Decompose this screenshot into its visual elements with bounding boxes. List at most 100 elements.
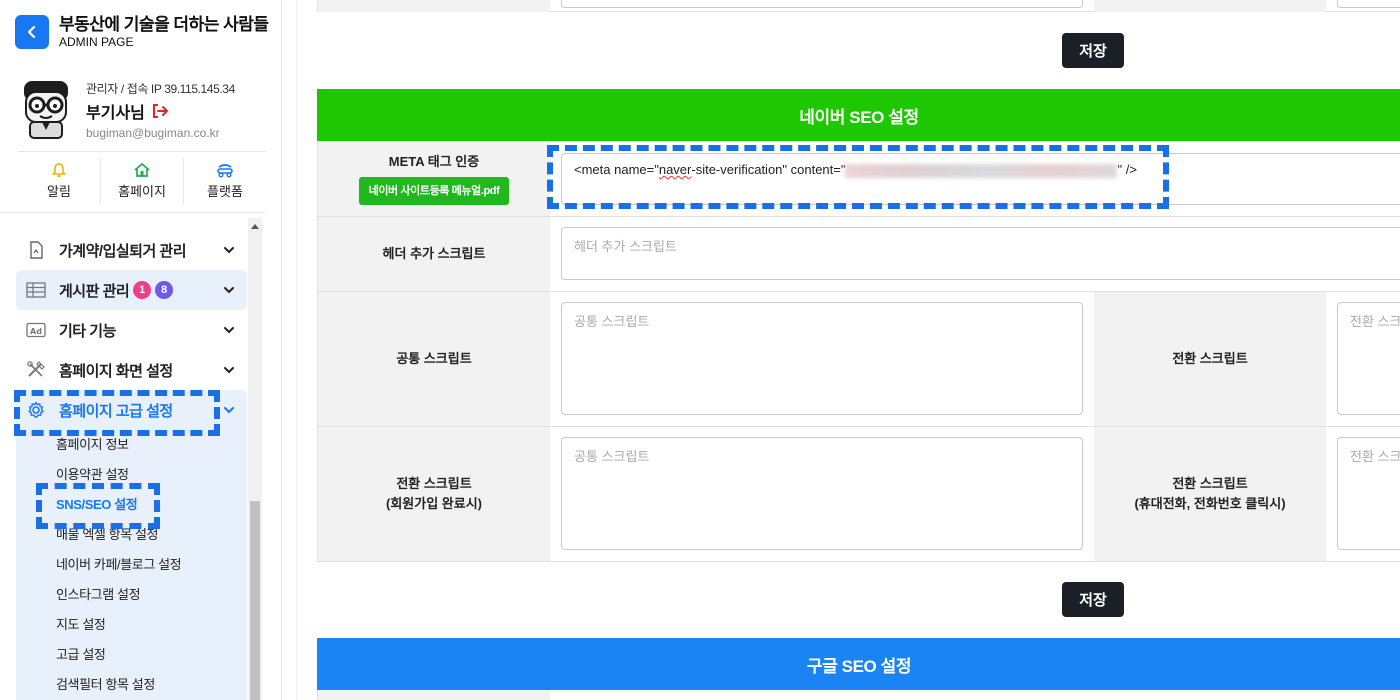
text-field[interactable]	[1337, 0, 1400, 8]
sidebar-menu: 가계약/입실퇴거 관리 게시판 관리 1 8 Ad 기타 기능 홈페이지 화면 …	[16, 230, 247, 700]
quick-link-alarm[interactable]: 알림	[18, 158, 101, 204]
cell-label	[318, 0, 550, 12]
conversion-phone-label: 전환 스크립트 (휴대전화, 전화번호 클릭시)	[1094, 427, 1326, 561]
quick-link-homepage[interactable]: 홈페이지	[101, 158, 184, 204]
profile-email: bugiman@bugiman.co.kr	[86, 126, 220, 140]
sidebar-item-label: 홈페이지 화면 설정	[59, 362, 173, 380]
meta-tag-input[interactable]: <meta name="naver-site-verification" con…	[561, 153, 1400, 205]
conversion-script-textarea[interactable]: 전환 스크립트	[1337, 302, 1400, 415]
meta-tag-value-word: naver	[658, 162, 692, 177]
profile: 관리자 / 접속 IP 39.115.145.34 부기사님 bugiman@b…	[18, 78, 266, 152]
table-row-conversion-scripts: 전환 스크립트 (회원가입 완료시) 공통 스크립트 전환 스크립트 (휴대전화…	[317, 427, 1400, 562]
cell-label	[318, 690, 550, 700]
sidebar-scrollbar[interactable]	[248, 218, 262, 700]
meta-tag-value-mid: -site-verification" content="	[691, 162, 846, 177]
sidebar-item-screen-settings[interactable]: 홈페이지 화면 설정	[16, 350, 247, 390]
submenu-item-excel-fields[interactable]: 매물 엑셀 항목 설정	[16, 520, 247, 550]
submenu-item-instagram[interactable]: 인스타그램 설정	[16, 580, 247, 610]
submenu-item-homepage-info[interactable]: 홈페이지 정보	[16, 430, 247, 460]
conversion-script-label: 전환 스크립트	[1094, 292, 1326, 426]
sidebar-item-label: 홈페이지 고급 설정	[59, 402, 173, 420]
header-script-textarea[interactable]: 헤더 추가 스크립트	[561, 227, 1400, 280]
profile-name: 부기사님	[86, 105, 145, 122]
naver-manual-pdf-button[interactable]: 네이버 사이트등록 메뉴얼.pdf	[358, 177, 510, 205]
sidebar-item-label: 기타 기능	[59, 322, 116, 340]
ad-icon: Ad	[26, 321, 46, 339]
document-icon	[26, 241, 46, 259]
sidebar-item-advanced-settings[interactable]: 홈페이지 고급 설정	[16, 390, 247, 430]
chevron-down-icon	[224, 327, 234, 334]
table-row-header-script: 헤더 추가 스크립트 헤더 추가 스크립트	[317, 217, 1400, 292]
chevron-down-icon	[224, 287, 234, 294]
quick-links: 알림 홈페이지 플랫폼	[18, 158, 266, 204]
submenu-advanced-settings: 홈페이지 정보 이용약관 설정 SNS/SEO 설정 매물 엑셀 항목 설정 네…	[16, 430, 247, 700]
google-seo-header: 구글 SEO 설정	[317, 638, 1400, 690]
divider	[18, 151, 266, 152]
conversion-signup-label-line1: 전환 스크립트	[396, 476, 472, 491]
brand: 부동산에 기술을 더하는 사람들 ADMIN PAGE	[15, 15, 269, 49]
meta-tag-value-suffix: " />	[1117, 162, 1137, 177]
meta-tag-value-prefix: <meta name="	[574, 162, 659, 177]
sidebar-item-etc[interactable]: Ad 기타 기능	[16, 310, 247, 350]
header-script-label: 헤더 추가 스크립트	[318, 217, 550, 291]
sidebar-item-contract[interactable]: 가계약/입실퇴거 관리	[16, 230, 247, 270]
sidebar-item-board[interactable]: 게시판 관리 1 8	[16, 270, 247, 310]
conversion-phone-label-line2: (휴대전화, 전화번호 클릭시)	[1134, 496, 1286, 511]
naver-seo-header: 네이버 SEO 설정	[317, 89, 1400, 141]
submenu-item-terms[interactable]: 이용약관 설정	[16, 460, 247, 490]
sidebar-item-label: 가계약/입실퇴거 관리	[59, 242, 187, 260]
meta-tag-label-cell: META 태그 인증 네이버 사이트등록 메뉴얼.pdf	[318, 141, 550, 216]
scroll-thumb[interactable]	[250, 501, 260, 700]
bell-icon	[51, 163, 67, 178]
board-icon	[26, 281, 46, 299]
save-button[interactable]: 저장	[1062, 582, 1124, 617]
back-button[interactable]	[15, 15, 49, 49]
submenu-item-map[interactable]: 지도 설정	[16, 610, 247, 640]
tools-icon	[26, 361, 46, 379]
table-row-google	[317, 690, 1400, 700]
main-content: 저장 네이버 SEO 설정 META 태그 인증 네이버 사이트등록 메뉴얼.p…	[296, 0, 1400, 700]
chevron-left-icon	[27, 25, 36, 39]
quick-link-label: 플랫폼	[207, 184, 243, 199]
table-row-common-script: 공통 스크립트 공통 스크립트 전환 스크립트 전환 스크립트	[317, 292, 1400, 427]
conversion-script-label-text: 전환 스크립트	[1172, 351, 1248, 366]
svg-text:Ad: Ad	[30, 327, 42, 336]
common-script-label-text: 공통 스크립트	[396, 351, 472, 366]
sidebar: 부동산에 기술을 더하는 사람들 ADMIN PAGE 관리자 / 접속 IP …	[0, 0, 282, 700]
conversion-phone-textarea[interactable]: 전환 스크립트	[1337, 437, 1400, 550]
table-row-top	[317, 0, 1400, 12]
logout-icon[interactable]	[151, 103, 169, 119]
scroll-up-arrow-icon[interactable]	[251, 224, 259, 229]
quick-link-label: 홈페이지	[118, 184, 166, 199]
meta-tag-label: META 태그 인증	[388, 154, 480, 169]
quick-link-platform[interactable]: 플랫폼	[184, 158, 266, 204]
notification-badge: 1	[133, 281, 152, 299]
gear-icon	[26, 401, 46, 419]
submenu-item-naver-cafe-blog[interactable]: 네이버 카페/블로그 설정	[16, 550, 247, 580]
avatar	[24, 81, 68, 139]
save-button[interactable]: 저장	[1062, 33, 1124, 68]
submenu-item-sns-seo[interactable]: SNS/SEO 설정	[16, 490, 247, 520]
quick-link-label: 알림	[47, 184, 71, 199]
divider	[0, 212, 265, 213]
sidebar-item-label: 게시판 관리	[59, 282, 130, 300]
platform-icon	[217, 164, 233, 178]
submenu-item-search-filter[interactable]: 검색필터 항목 설정	[16, 670, 247, 700]
conversion-signup-label-line2: (회원가입 완료시)	[386, 496, 482, 511]
cell-label	[1094, 0, 1326, 12]
table-row-meta-tag: META 태그 인증 네이버 사이트등록 메뉴얼.pdf <meta name=…	[317, 141, 1400, 217]
header-script-label-text: 헤더 추가 스크립트	[382, 246, 486, 261]
blurred-verification-code	[845, 163, 1118, 178]
brand-subtitle: ADMIN PAGE	[59, 35, 134, 49]
chevron-down-icon	[224, 407, 234, 414]
count-badge: 8	[155, 281, 174, 299]
submenu-item-advanced[interactable]: 고급 설정	[16, 640, 247, 670]
common-script-textarea[interactable]: 공통 스크립트	[561, 302, 1083, 415]
brand-title: 부동산에 기술을 더하는 사람들	[59, 15, 269, 34]
conversion-signup-label: 전환 스크립트 (회원가입 완료시)	[318, 427, 550, 561]
chevron-down-icon	[224, 367, 234, 374]
text-field[interactable]	[561, 0, 1083, 8]
common-script-label: 공통 스크립트	[318, 292, 550, 426]
chevron-down-icon	[224, 247, 234, 254]
conversion-signup-textarea[interactable]: 공통 스크립트	[561, 437, 1083, 550]
